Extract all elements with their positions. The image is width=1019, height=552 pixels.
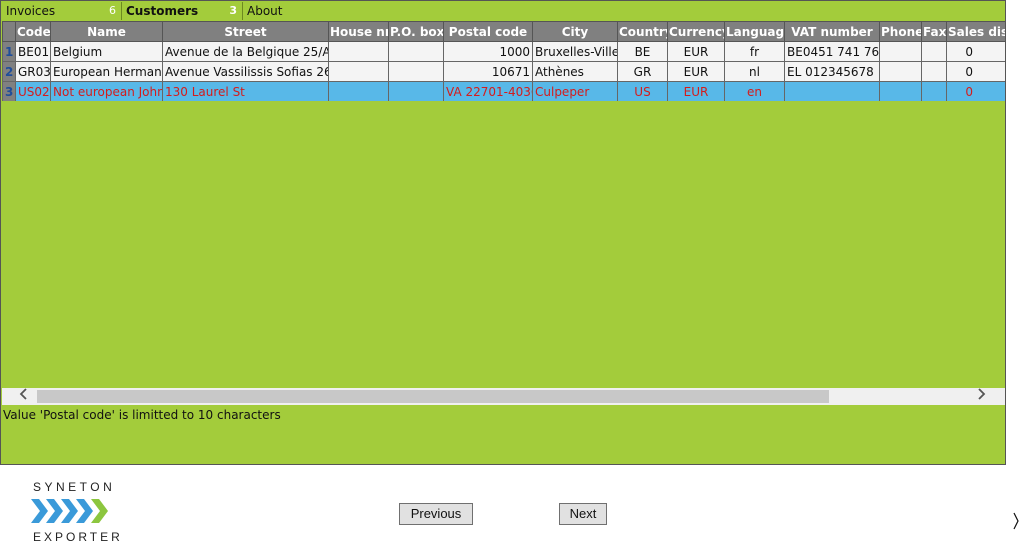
syneton-logo: SYNETON EXPORTER: [31, 480, 141, 546]
cell-language[interactable]: nl: [724, 61, 785, 82]
cell-sales-discount[interactable]: 0: [946, 81, 1005, 101]
cell-country[interactable]: GR: [617, 61, 668, 82]
cell-vat-number[interactable]: BE0451 741 767: [784, 41, 880, 62]
cell-po-box[interactable]: [388, 41, 444, 62]
next-button[interactable]: Next: [559, 503, 607, 525]
cell-sales-discount[interactable]: 0: [946, 61, 1005, 82]
column-header[interactable]: Street: [162, 21, 329, 42]
cell-street[interactable]: 130 Laurel St: [162, 81, 329, 101]
cell-country[interactable]: US: [617, 81, 668, 101]
cell-postal-code[interactable]: 10671: [443, 61, 533, 82]
tab-about-label: About: [247, 4, 283, 18]
cell-phone[interactable]: [879, 41, 922, 62]
previous-button[interactable]: Previous: [399, 503, 473, 525]
cell-code[interactable]: US02: [15, 81, 51, 101]
cell-name[interactable]: European Herman: [50, 61, 163, 82]
tab-invoices-count: 6: [109, 4, 116, 17]
cell-fax[interactable]: [921, 41, 947, 62]
table-row[interactable]: 1 BE01 Belgium Avenue de la Belgique 25/…: [2, 41, 1005, 62]
column-header[interactable]: Currency: [667, 21, 725, 42]
grid-header-row: Code Name Street House nr. P.O. box Post…: [2, 21, 1005, 42]
tab-invoices[interactable]: Invoices 6: [2, 2, 122, 20]
cell-city[interactable]: Culpeper: [532, 81, 618, 101]
table-row[interactable]: 2 GR03 European Herman Avenue Vassilissi…: [2, 61, 1005, 82]
cell-sales-discount[interactable]: 0: [946, 41, 1005, 62]
customer-grid: Code Name Street House nr. P.O. box Post…: [2, 21, 1005, 101]
cell-vat-number[interactable]: [784, 81, 880, 101]
tab-bar: Invoices 6 Customers 3 About: [2, 2, 1005, 20]
row-number[interactable]: 3: [2, 81, 16, 101]
cell-fax[interactable]: [921, 81, 947, 101]
cell-street[interactable]: Avenue Vassilissis Sofias 265: [162, 61, 329, 82]
tab-customers[interactable]: Customers 3: [122, 2, 243, 20]
customers-panel: Invoices 6 Customers 3 About Code Name S…: [0, 0, 1006, 465]
cell-city[interactable]: Bruxelles-Ville: [532, 41, 618, 62]
scrollbar-thumb[interactable]: [37, 390, 829, 403]
cell-fax[interactable]: [921, 61, 947, 82]
cell-city[interactable]: Athènes: [532, 61, 618, 82]
chevron-left-icon[interactable]: [16, 388, 32, 405]
cell-name[interactable]: Belgium: [50, 41, 163, 62]
validation-message: Value 'Postal code' is limitted to 10 ch…: [3, 408, 281, 422]
cell-house-nr[interactable]: [328, 41, 389, 62]
tab-invoices-label: Invoices: [6, 4, 56, 18]
cell-po-box[interactable]: [388, 81, 444, 101]
column-header[interactable]: Code: [15, 21, 51, 42]
cell-currency[interactable]: EUR: [667, 61, 725, 82]
logo-top-text: SYNETON: [33, 480, 116, 494]
column-header[interactable]: VAT number: [784, 21, 880, 42]
cell-name[interactable]: Not european John: [50, 81, 163, 101]
tab-about[interactable]: About: [243, 2, 1005, 20]
cell-vat-number[interactable]: EL 012345678: [784, 61, 880, 82]
horizontal-scrollbar[interactable]: [2, 388, 1005, 405]
cell-po-box[interactable]: [388, 61, 444, 82]
cell-phone[interactable]: [879, 61, 922, 82]
chevron-right-icon[interactable]: [973, 388, 989, 405]
cell-code[interactable]: GR03: [15, 61, 51, 82]
cell-code[interactable]: BE01: [15, 41, 51, 62]
cell-currency[interactable]: EUR: [667, 81, 725, 101]
table-row-selected[interactable]: 3 US02 Not european John 130 Laurel St V…: [2, 81, 1005, 101]
column-header[interactable]: Name: [50, 21, 163, 42]
column-header[interactable]: Sales disc: [946, 21, 1005, 42]
row-number[interactable]: 2: [2, 61, 16, 82]
chevrons-icon: [31, 499, 108, 523]
column-header[interactable]: Postal code: [443, 21, 533, 42]
cell-street[interactable]: Avenue de la Belgique 25/A: [162, 41, 329, 62]
cell-house-nr[interactable]: [328, 81, 389, 101]
cell-language[interactable]: fr: [724, 41, 785, 62]
grid-corner[interactable]: [2, 21, 16, 42]
cell-postal-code[interactable]: VA 22701-4036: [443, 81, 533, 101]
logo-bottom-text: EXPORTER: [33, 530, 123, 544]
column-header[interactable]: House nr.: [328, 21, 389, 42]
cell-currency[interactable]: EUR: [667, 41, 725, 62]
resize-cursor-icon: [1013, 512, 1019, 533]
cell-language[interactable]: en: [724, 81, 785, 101]
column-header[interactable]: Language: [724, 21, 785, 42]
column-header[interactable]: P.O. box: [388, 21, 444, 42]
tab-customers-label: Customers: [126, 4, 199, 18]
tab-customers-count: 3: [229, 4, 237, 17]
cell-phone[interactable]: [879, 81, 922, 101]
cell-country[interactable]: BE: [617, 41, 668, 62]
row-number[interactable]: 1: [2, 41, 16, 62]
column-header[interactable]: Phone: [879, 21, 922, 42]
column-header[interactable]: Fax: [921, 21, 947, 42]
cell-postal-code[interactable]: 1000: [443, 41, 533, 62]
column-header[interactable]: City: [532, 21, 618, 42]
column-header[interactable]: Country: [617, 21, 668, 42]
cell-house-nr[interactable]: [328, 61, 389, 82]
